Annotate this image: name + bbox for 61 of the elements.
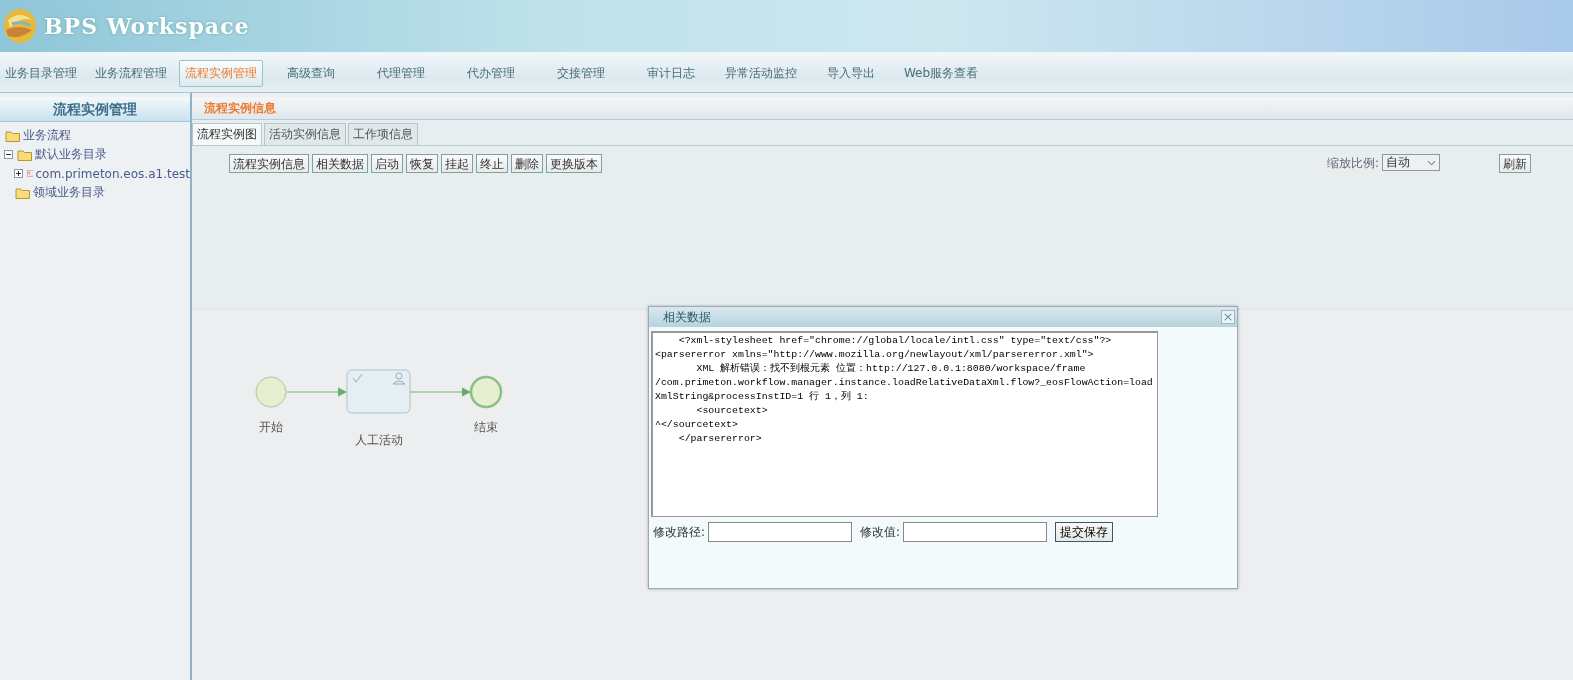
toolbar-button[interactable]: 启动 [371,154,403,173]
toolbar-button[interactable]: 终止 [476,154,508,173]
tree-item[interactable]: com.primeton.eos.a1.test [35,166,190,181]
tab[interactable]: 工作项信息 [348,123,418,145]
collapse-toggle[interactable] [4,150,13,159]
refresh-button[interactable]: 刷新 [1499,154,1531,173]
start-event [255,376,287,408]
toolbar-button[interactable]: 删除 [511,154,543,173]
nav-tab[interactable]: 高级查询 [266,59,356,87]
nav-tab[interactable]: 业务目录管理 [0,59,86,87]
chevron-down-icon [1427,159,1436,166]
app-title: BPS Workspace [44,13,250,39]
nav-tab[interactable]: 代办管理 [446,59,536,87]
node-label: 人工活动 [355,432,403,449]
flow-arrow [409,387,472,397]
tree-item[interactable]: 默认业务目录 [35,146,107,163]
folder-icon [15,185,31,200]
code-line: XML 解析错误：找不到根元素 位置：http://127.0.0.1:8080/workspace/frame [695,362,1087,376]
tree-item[interactable]: 业务流程 [23,127,71,144]
dialog-title: 相关数据 [663,308,711,326]
nav-tab[interactable]: 代理管理 [356,59,446,87]
activity-node [346,369,411,414]
toolbar-button[interactable]: 恢复 [406,154,438,173]
tab[interactable]: 活动实例信息 [264,123,346,145]
zoom-label: 缩放比例: [1326,155,1379,172]
toolbar-button[interactable]: 更换版本 [546,154,602,173]
toolbar-button[interactable]: 流程实例信息 [229,154,309,173]
expand-toggle[interactable] [14,169,23,178]
input-field[interactable] [708,522,853,542]
zoom-select[interactable]: 自动 [1382,154,1440,171]
node-label: 开始 [259,419,283,436]
nav-tab[interactable]: Web服务查看 [896,59,986,87]
nav-tab[interactable]: 审计日志 [626,59,716,87]
toolbar-button[interactable]: 挂起 [441,154,473,173]
end-event [469,375,503,409]
nav-tab[interactable]: 业务流程管理 [86,59,176,87]
field-label: 修改值: [860,523,901,541]
xml-text-area[interactable] [651,331,1158,517]
nav-tab[interactable]: 异常活动监控 [716,59,806,87]
panel-title: 流程实例信息 [192,97,1573,120]
field-label: 修改路径: [653,523,706,541]
folder-icon [5,128,21,143]
code-line: ^</sourcetext> [655,418,739,432]
nav-tab[interactable]: 交接管理 [536,59,626,87]
code-line: <?xml-stylesheet href="chrome://global/locale/intl.css" type="text/css"?> [677,334,1113,348]
code-line: XmlString&processInstID=1 行 1，列 1: [655,390,870,404]
code-line: </parsererror> [677,432,763,446]
node-label: 结束 [474,419,498,436]
code-line: <parsererror xmlns="http://www.mozilla.org/newlayout/xml/parsererror.xml"> [655,348,1095,362]
code-line: <sourcetext> [695,404,769,418]
nav-tab[interactable]: 导入导出 [806,59,896,87]
input-field[interactable] [903,522,1048,542]
toolbar-button[interactable]: 相关数据 [312,154,368,173]
submit-button[interactable]: 提交保存 [1055,522,1114,542]
tab[interactable]: 流程实例图 [192,123,262,145]
flow-arrow [286,387,348,397]
tree-item[interactable]: 领域业务目录 [33,184,105,201]
code-line: /com.primeton.workflow.manager.instance.loadRelativeDataXml.flow?_eosFlowAction=load [655,376,1154,390]
logo-icon [2,6,38,46]
folder-icon [17,147,33,162]
sidebar-title: 流程实例管理 [0,97,190,122]
